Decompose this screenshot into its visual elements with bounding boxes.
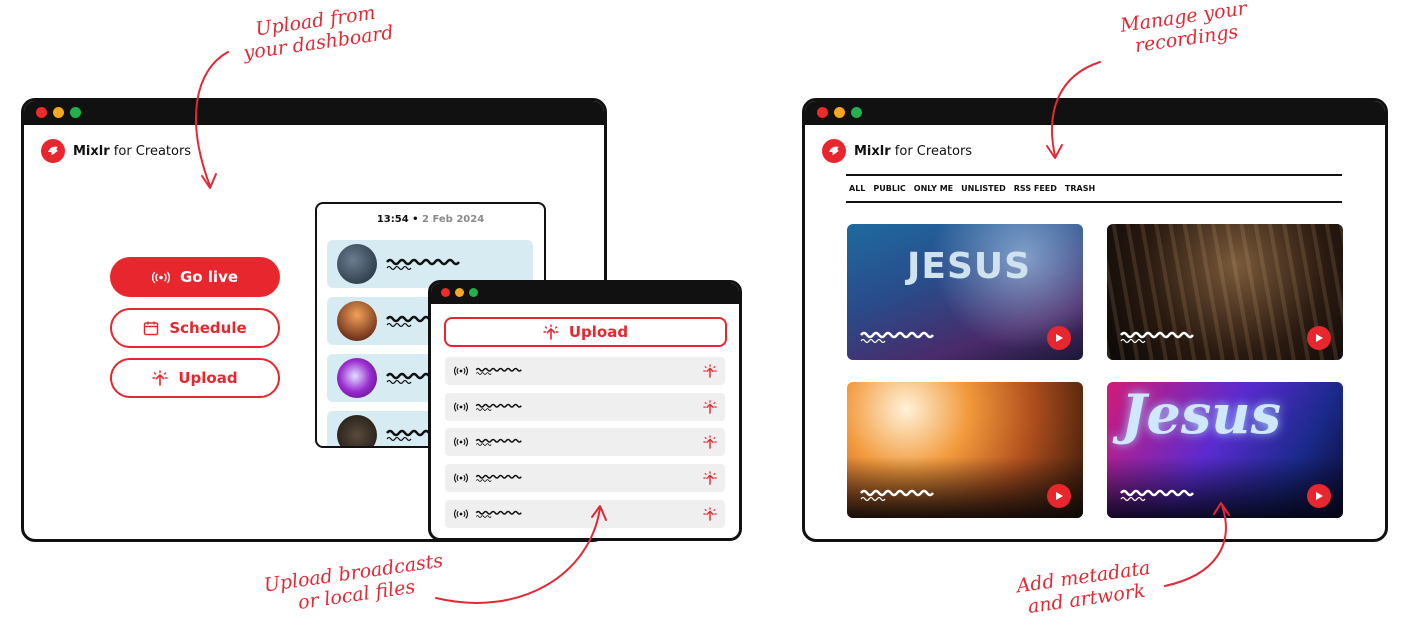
go-live-label: Go live xyxy=(179,268,239,286)
minimize-dot[interactable] xyxy=(53,107,64,118)
episode-artwork xyxy=(337,415,377,446)
recording-title-redacted xyxy=(475,509,525,519)
upload-button[interactable]: Upload xyxy=(110,358,280,398)
mixlr-logo-icon xyxy=(41,139,65,163)
episode-artwork xyxy=(337,301,377,341)
mixlr-logo-icon xyxy=(822,139,846,163)
upload-icon[interactable] xyxy=(703,435,717,449)
broadcast-icon xyxy=(454,366,468,376)
maximize-dot[interactable] xyxy=(469,288,478,297)
recordings-tabs: ALL PUBLIC ONLY ME UNLISTED RSS FEED TRA… xyxy=(846,174,1342,203)
recording-title-redacted xyxy=(1119,330,1199,344)
episode-artwork xyxy=(337,358,377,398)
upload-list-item[interactable] xyxy=(445,393,725,421)
upload-icon[interactable] xyxy=(703,507,717,521)
logo-text: Mixlr for Creators xyxy=(73,143,192,159)
mixlr-logo[interactable]: Mixlr for Creators xyxy=(41,139,191,163)
upload-list-item[interactable] xyxy=(445,464,725,492)
logo-text: Mixlr for Creators xyxy=(854,143,973,159)
tab-only-me[interactable]: ONLY ME xyxy=(914,184,953,193)
upload-list-item[interactable] xyxy=(445,428,725,456)
schedule-label: Schedule xyxy=(169,319,247,337)
upload-icon xyxy=(543,324,559,340)
annotation-upload-broadcasts: Upload broadcasts or local files xyxy=(262,549,445,614)
schedule-button[interactable]: Schedule xyxy=(110,308,280,348)
annotation-upload-dashboard: Upload from your dashboard xyxy=(242,1,395,65)
upload-label: Upload xyxy=(178,369,238,387)
timestamp: 13:54 • 2 Feb 2024 xyxy=(376,214,485,225)
upload-main-label: Upload xyxy=(568,323,629,341)
broadcast-icon xyxy=(454,437,468,447)
recording-card[interactable] xyxy=(847,382,1083,518)
go-live-button[interactable]: Go live xyxy=(110,257,280,297)
tab-unlisted[interactable]: UNLISTED xyxy=(961,184,1006,193)
calendar-icon xyxy=(144,321,159,336)
upload-main-button[interactable]: Upload xyxy=(444,317,727,347)
play-icon[interactable] xyxy=(1307,484,1331,508)
tab-public[interactable]: PUBLIC xyxy=(873,184,905,193)
maximize-dot[interactable] xyxy=(70,107,81,118)
play-icon[interactable] xyxy=(1047,326,1071,350)
recording-title-redacted xyxy=(1119,488,1199,502)
maximize-dot[interactable] xyxy=(851,107,862,118)
broadcast-icon xyxy=(454,402,468,412)
play-icon[interactable] xyxy=(1307,326,1331,350)
title-bar xyxy=(431,283,739,304)
recording-title-redacted xyxy=(475,437,525,447)
minimize-dot[interactable] xyxy=(455,288,464,297)
annotation-metadata: Add metadata and artwork xyxy=(1015,556,1152,619)
broadcast-icon xyxy=(454,509,468,519)
close-dot[interactable] xyxy=(441,288,450,297)
upload-icon[interactable] xyxy=(703,400,717,414)
close-dot[interactable] xyxy=(817,107,828,118)
annotation-manage: Manage your recordings xyxy=(1118,0,1249,58)
close-dot[interactable] xyxy=(36,107,47,118)
episode-date: 2 Feb 2024 xyxy=(422,214,485,225)
recording-title-redacted xyxy=(475,473,525,483)
recording-title-redacted xyxy=(859,488,939,502)
upload-icon xyxy=(152,370,168,386)
recording-title-redacted xyxy=(859,330,939,344)
upload-list-item[interactable] xyxy=(445,357,725,385)
upload-icon[interactable] xyxy=(703,471,717,485)
mixlr-logo[interactable]: Mixlr for Creators xyxy=(822,139,972,163)
play-icon[interactable] xyxy=(1047,484,1071,508)
upload-list-item[interactable] xyxy=(445,500,725,528)
episode-title-redacted xyxy=(385,257,465,271)
episode-artwork xyxy=(337,244,377,284)
title-bar xyxy=(805,101,1385,125)
upload-icon[interactable] xyxy=(703,364,717,378)
recording-card[interactable]: JESUS xyxy=(847,224,1083,360)
broadcast-icon xyxy=(152,271,170,284)
minimize-dot[interactable] xyxy=(834,107,845,118)
tab-trash[interactable]: TRASH xyxy=(1065,184,1095,193)
recording-card[interactable]: Jesus xyxy=(1107,382,1343,518)
title-bar xyxy=(24,101,604,125)
recording-card[interactable] xyxy=(1107,224,1343,360)
upload-window: Upload xyxy=(428,280,742,541)
recording-title-redacted xyxy=(475,366,525,376)
artwork-text: Jesus xyxy=(1121,382,1281,446)
recording-title-redacted xyxy=(475,402,525,412)
artwork-text: JESUS xyxy=(907,246,1032,287)
tab-all[interactable]: ALL xyxy=(849,184,865,193)
tab-rss-feed[interactable]: RSS FEED xyxy=(1014,184,1057,193)
broadcast-icon xyxy=(454,473,468,483)
